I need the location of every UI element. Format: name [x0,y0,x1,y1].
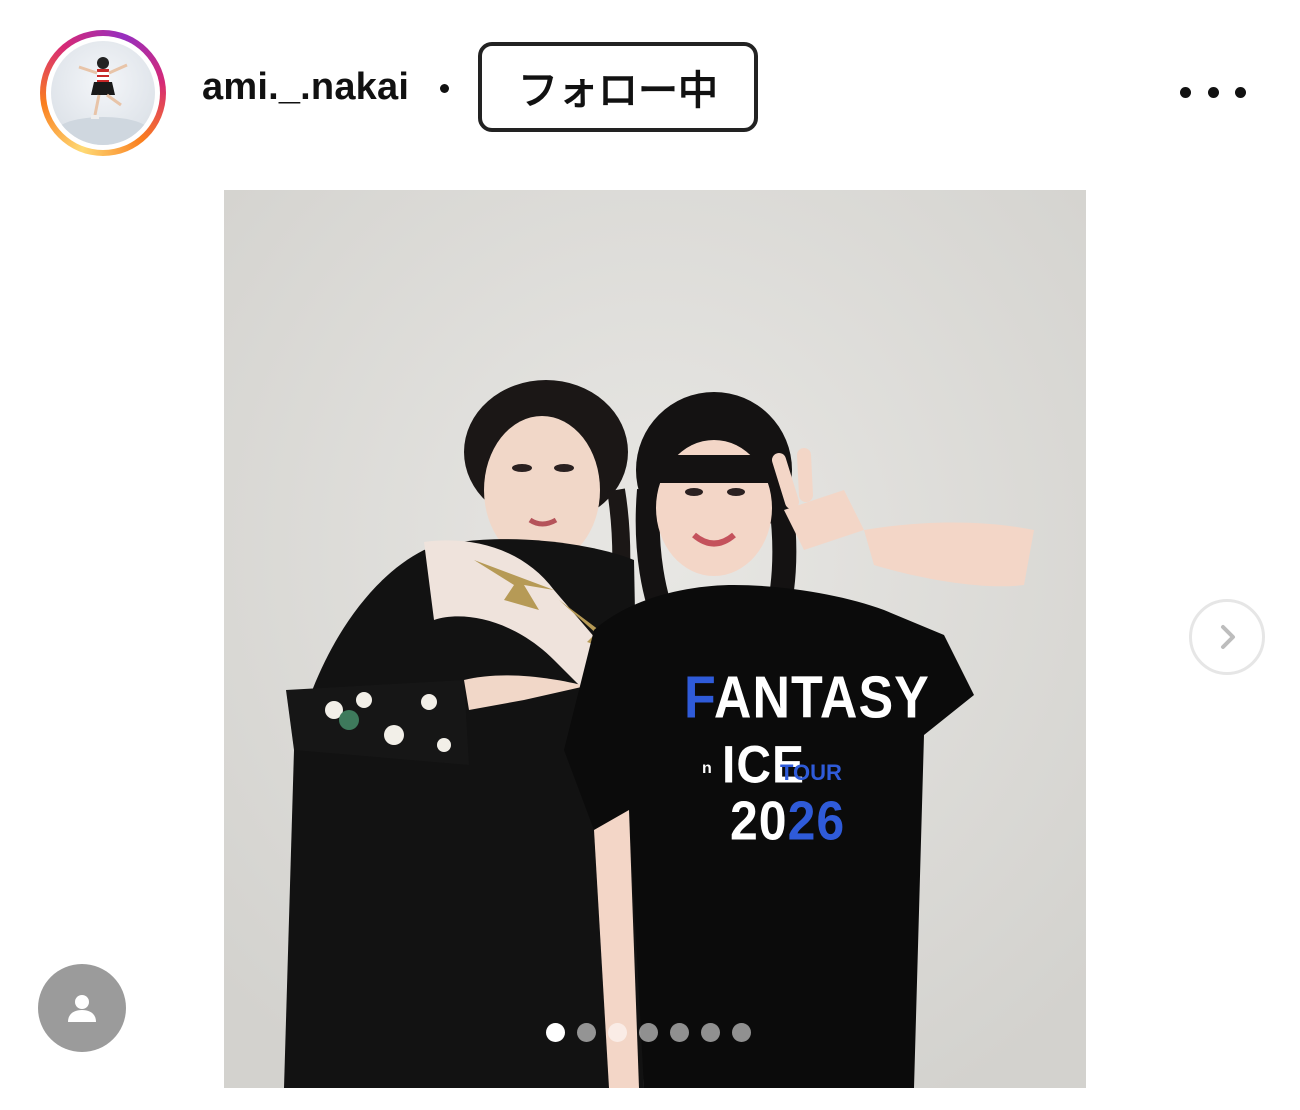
following-button[interactable]: フォロー中 [478,42,758,132]
carousel-dot [670,1022,689,1042]
carousel-dot [639,1022,658,1042]
shirt-print-tour: TOUR [780,760,842,785]
carousel-dot [701,1022,720,1042]
shirt-print-in: n [702,760,712,777]
shirt-print-fantasy: FANTASY [684,664,930,732]
more-options-icon[interactable] [1180,72,1246,112]
profile-avatar-ring[interactable] [40,30,166,156]
more-dot [1180,86,1191,98]
chevron-right-icon [1221,625,1235,649]
more-dot [1235,86,1246,98]
post-photo[interactable]: FANTASY n ICE TOUR 2026 [224,190,1086,1088]
carousel-dot [732,1022,751,1042]
avatar-border [46,36,160,150]
photo-illustration [224,190,1086,1088]
carousel-dot-active [546,1022,565,1042]
skater-thumbnail [57,57,149,145]
tagged-users-button[interactable] [38,964,126,1052]
carousel-next-button[interactable] [1189,599,1265,675]
more-dot [1207,86,1219,98]
carousel-dot [577,1022,596,1042]
username[interactable]: ami._.nakai [202,66,409,109]
shirt-print-year: 2026 [730,790,846,852]
avatar[interactable] [51,41,155,145]
carousel-dot [608,1022,627,1042]
carousel-indicator [546,1022,751,1042]
separator-dot [440,84,449,93]
person-icon [68,995,96,1022]
